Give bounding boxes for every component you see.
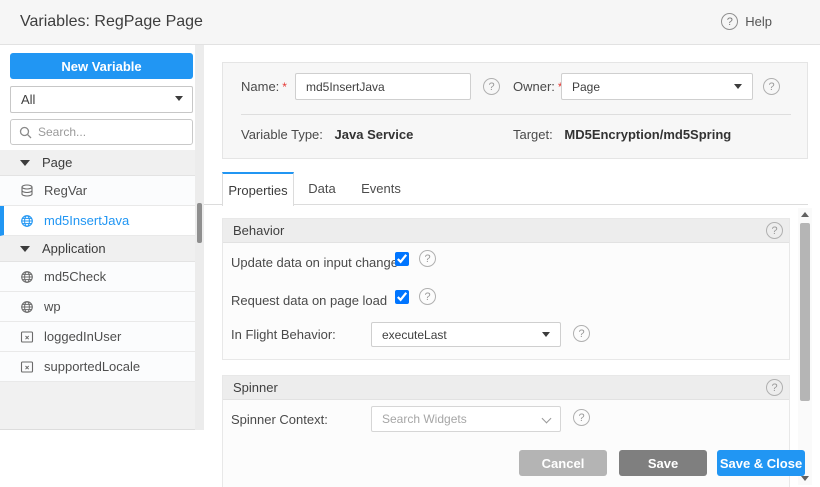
owner-select[interactable]: Page xyxy=(561,73,753,100)
help-button[interactable]: ? Help xyxy=(721,13,772,30)
new-variable-button[interactable]: New Variable xyxy=(10,53,193,79)
spinner-title: Spinner xyxy=(233,380,278,395)
behavior-title: Behavior xyxy=(233,223,284,238)
tree-item-loggedinuser[interactable]: loggedInUser xyxy=(0,322,195,352)
variable-detail-panel: Name:* ? Owner:* Page ? Variable Type: J… xyxy=(204,45,820,487)
variable-search[interactable] xyxy=(10,119,193,145)
behavior-section: Behavior ? Update data on input change ?… xyxy=(222,218,790,360)
tree-item-md5check[interactable]: md5Check xyxy=(0,262,195,292)
behavior-section-header: Behavior ? xyxy=(223,219,789,243)
cancel-button[interactable]: Cancel xyxy=(519,450,607,476)
panel-divider xyxy=(241,114,791,115)
static-variable-icon xyxy=(20,330,34,344)
tab-events[interactable]: Events xyxy=(350,172,412,205)
in-flight-select[interactable]: executeLast xyxy=(371,322,561,347)
behavior-help-icon[interactable]: ? xyxy=(766,222,783,239)
service-icon xyxy=(20,300,34,314)
request-data-checkbox[interactable] xyxy=(395,290,409,304)
chevron-down-icon xyxy=(734,84,742,89)
tree-item-regvar[interactable]: RegVar xyxy=(0,176,195,206)
scroll-up-button[interactable] xyxy=(798,208,812,221)
name-label: Name:* xyxy=(241,79,287,94)
sidebar-scrollbar[interactable] xyxy=(195,45,204,430)
request-data-help-icon[interactable]: ? xyxy=(419,288,436,305)
in-flight-label: In Flight Behavior: xyxy=(231,327,336,342)
properties-scrollbar[interactable] xyxy=(798,208,812,485)
owner-help-icon[interactable]: ? xyxy=(763,78,780,95)
tree-item-label: wp xyxy=(44,299,61,314)
spinner-context-placeholder: Search Widgets xyxy=(382,412,467,426)
tree-item-label: md5Check xyxy=(44,269,106,284)
target-label: Target: xyxy=(513,127,553,142)
service-icon xyxy=(20,214,34,228)
dialog-header: Variables: RegPage Page ? Help xyxy=(0,0,820,45)
variable-filter-value: All xyxy=(21,92,35,107)
in-flight-help-icon[interactable]: ? xyxy=(573,325,590,342)
detail-tabbar: Properties Data Events xyxy=(204,172,808,205)
spinner-help-icon[interactable]: ? xyxy=(766,379,783,396)
tree-item-label: loggedInUser xyxy=(44,329,121,344)
tree-group-page[interactable]: Page xyxy=(0,150,195,176)
name-owner-row: Name:* ? Owner:* Page ? xyxy=(241,73,791,100)
collapse-triangle-icon xyxy=(20,246,30,252)
spinner-context-label: Spinner Context: xyxy=(231,412,328,427)
owner-label: Owner:* xyxy=(513,79,563,94)
help-icon: ? xyxy=(721,13,738,30)
tree-item-label: md5InsertJava xyxy=(44,213,129,228)
save-and-close-button[interactable]: Save & Close xyxy=(717,450,805,476)
update-data-label: Update data on input change xyxy=(231,255,398,270)
scrollbar-thumb[interactable] xyxy=(800,223,810,401)
variable-type-value: Java Service xyxy=(335,127,414,142)
type-target-row: Variable Type: Java Service Target: MD5E… xyxy=(241,127,791,142)
search-input[interactable] xyxy=(38,125,178,139)
page-title: Variables: RegPage Page xyxy=(20,13,203,31)
help-label: Help xyxy=(745,14,772,29)
owner-value: Page xyxy=(572,80,600,94)
chevron-down-icon xyxy=(542,332,550,337)
variables-sidebar: New Variable All Page RegVar md5InsertJa… xyxy=(0,45,195,487)
name-help-icon[interactable]: ? xyxy=(483,78,500,95)
required-marker: * xyxy=(282,80,287,94)
variables-tree: Page RegVar md5InsertJava Application md… xyxy=(0,150,195,430)
arrow-up-icon xyxy=(801,212,809,217)
tree-item-supportedlocale[interactable]: supportedLocale xyxy=(0,352,195,382)
collapse-triangle-icon xyxy=(20,160,30,166)
tree-item-md5insertjava[interactable]: md5InsertJava xyxy=(0,206,195,236)
variable-summary-panel: Name:* ? Owner:* Page ? Variable Type: J… xyxy=(222,62,808,159)
variable-filter-select[interactable]: All xyxy=(10,86,193,113)
tree-item-label: RegVar xyxy=(44,183,87,198)
in-flight-value: executeLast xyxy=(382,328,447,342)
tree-group-label: Page xyxy=(42,155,72,170)
search-icon xyxy=(19,126,32,139)
chevron-down-icon xyxy=(542,414,552,424)
sidebar-scrollbar-thumb[interactable] xyxy=(197,203,202,243)
static-variable-icon xyxy=(20,360,34,374)
update-data-checkbox[interactable] xyxy=(395,252,409,266)
arrow-down-icon xyxy=(801,476,809,481)
save-button[interactable]: Save xyxy=(619,450,707,476)
spinner-section-header: Spinner ? xyxy=(223,376,789,400)
request-data-label: Request data on page load xyxy=(231,293,387,308)
spinner-context-combo[interactable]: Search Widgets xyxy=(371,406,561,432)
tree-item-label: supportedLocale xyxy=(44,359,140,374)
variables-dialog: Variables: RegPage Page ? Help New Varia… xyxy=(0,0,820,487)
tree-item-wp[interactable]: wp xyxy=(0,292,195,322)
chevron-down-icon xyxy=(175,96,183,101)
database-icon xyxy=(20,184,34,198)
update-data-help-icon[interactable]: ? xyxy=(419,250,436,267)
tab-properties[interactable]: Properties xyxy=(222,172,294,206)
tree-group-label: Application xyxy=(42,241,106,256)
name-input[interactable] xyxy=(295,73,471,100)
tree-group-application[interactable]: Application xyxy=(0,236,195,262)
tab-data[interactable]: Data xyxy=(294,172,350,205)
spinner-context-help-icon[interactable]: ? xyxy=(573,409,590,426)
service-icon xyxy=(20,270,34,284)
variable-type-label: Variable Type: xyxy=(241,127,323,142)
target-value: MD5Encryption/md5Spring xyxy=(564,127,731,142)
